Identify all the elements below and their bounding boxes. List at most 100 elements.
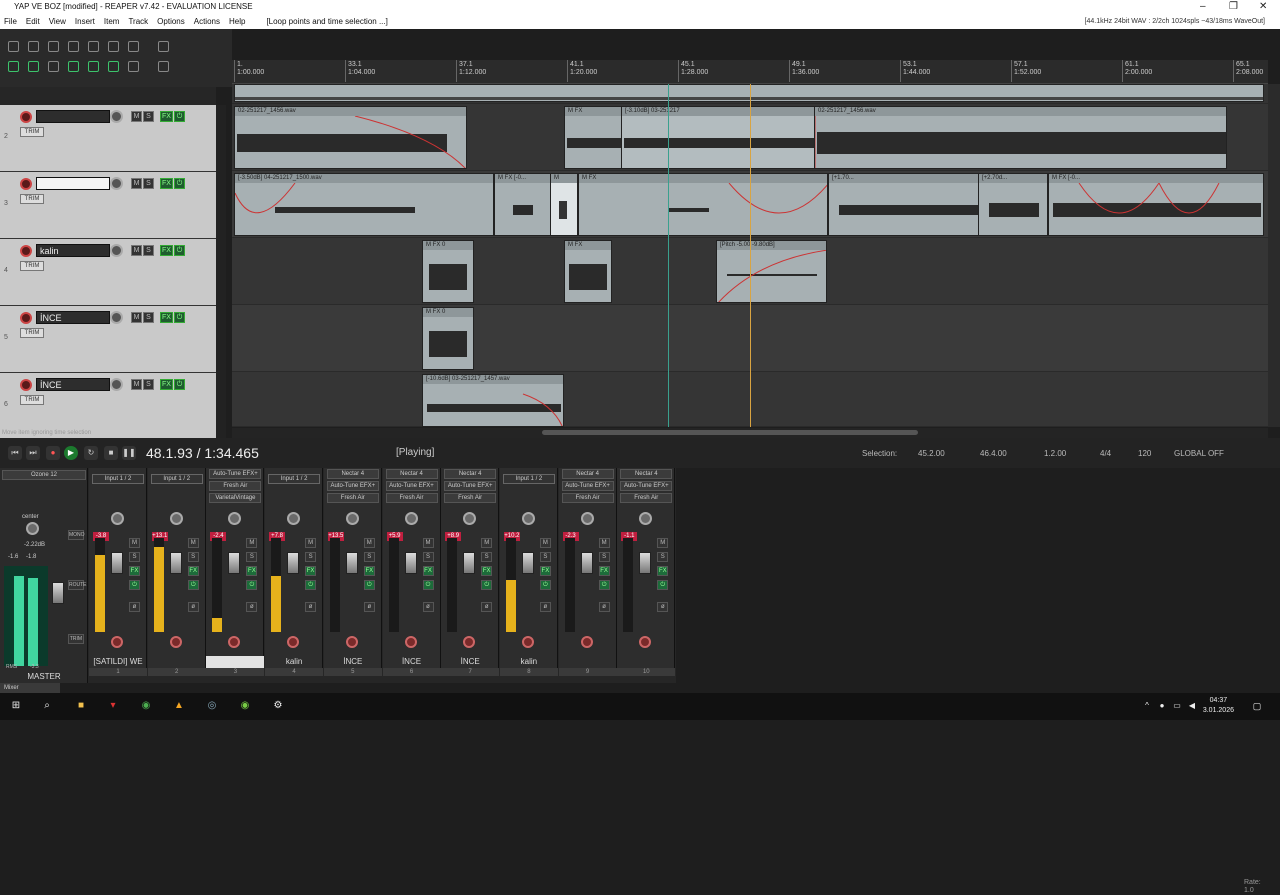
tray-chevron-icon[interactable]: ^ [1140,699,1154,713]
audio-item[interactable]: M FX [578,173,828,236]
fx-slot[interactable]: Fresh Air [209,481,262,491]
lock-icon[interactable] [128,61,139,72]
track-name[interactable]: İNCE [36,311,110,324]
volume-fader[interactable] [111,552,123,574]
fx-slot[interactable]: Auto-Tune EFX+ [385,481,438,491]
pan-knob[interactable] [345,512,359,525]
record-arm-button[interactable] [345,636,358,648]
fx-button[interactable]: FX [657,566,669,576]
automation-mode-button[interactable]: TRIM [20,261,44,271]
track-name[interactable] [36,110,110,123]
pan-knob[interactable] [228,512,242,525]
selection-start[interactable]: 45.2.00 [918,449,945,458]
input-select[interactable]: Input 1 / 2 [92,474,144,484]
audio-item[interactable]: M FX 0 [422,307,474,370]
audio-item[interactable]: [-10.6dB] 03-251217_1457.wav [422,374,564,427]
strip-name[interactable]: İNCE [383,656,441,668]
arrange-view[interactable]: 02-251217_1456.wav M FX [-3.10dB] 03-251… [232,84,1268,427]
scrollbar-thumb[interactable] [542,430,918,435]
solo-button[interactable]: S [143,111,154,122]
record-arm-button[interactable] [463,636,476,648]
record-arm-button[interactable] [580,636,593,648]
fx-button[interactable]: FX [160,245,173,256]
new-project-icon[interactable] [8,41,19,52]
fx-bypass-button[interactable]: ⏻ [174,312,185,323]
pan-knob[interactable] [521,512,535,525]
fx-slot[interactable]: Fresh Air [620,493,673,503]
strip-name[interactable] [559,656,617,668]
search-icon[interactable]: ⌕ [40,699,54,713]
volume-knob[interactable] [110,378,123,391]
menu-edit[interactable]: Edit [26,14,40,29]
system-clock[interactable]: 04:37 3.01.2026 [1203,696,1234,716]
menu-view[interactable]: View [49,14,66,29]
windows-start-icon[interactable]: ⊞ [9,699,23,713]
audio-item[interactable]: M FX [-0... [1048,173,1264,236]
snap-icon[interactable] [8,61,19,72]
play-button[interactable]: ▶ [64,446,78,460]
mute-button[interactable]: M [305,538,317,548]
track-panel[interactable]: İNCE M S FX ⏻ TRIM 5 [0,306,226,373]
fx-slot[interactable]: Auto-Tune EFX+ [561,481,614,491]
track-panel[interactable]: M S FX ⏻ TRIM 2 [0,105,226,172]
solo-button[interactable]: S [187,552,199,562]
volume-fader[interactable] [169,552,182,574]
automation-mode-button[interactable]: TRIM [20,328,44,338]
fx-slot[interactable]: Auto-Tune EFX+ [209,469,262,479]
fx-button[interactable]: FX [422,566,434,576]
audio-item[interactable]: 02-251217_1456.wav [234,106,467,169]
timeline-ruler[interactable]: 1. 1:00.000 33.1 1:04.000 37.1 1:12.000 41.1 1:… [232,60,1268,84]
fx-button[interactable]: FX [160,178,173,189]
fx-bypass-button[interactable]: ⏻ [129,580,140,590]
input-select[interactable]: Input 1 / 2 [150,474,203,484]
track-name[interactable]: İNCE [36,378,110,391]
fx-slot[interactable]: Auto-Tune EFX+ [326,481,379,491]
solo-button[interactable]: S [305,552,317,562]
menu-item[interactable]: Item [104,14,120,29]
file-explorer-icon[interactable]: ■ [74,699,88,713]
cursor-tool-icon[interactable] [158,61,169,72]
volume-knob[interactable] [110,177,123,190]
solo-button[interactable]: S [143,178,154,189]
bpm[interactable]: 120 [1138,449,1151,458]
solo-button[interactable]: S [481,552,493,562]
metronome-icon[interactable] [128,41,139,52]
fx-button[interactable]: FX [363,566,375,576]
audio-item[interactable]: [-3.10dB] 03-251217 [621,106,821,169]
fx-button[interactable]: FX [129,566,140,576]
solo-button[interactable]: S [246,552,258,562]
fx-bypass-button[interactable]: ⏻ [481,580,493,590]
pan-knob[interactable] [463,512,477,525]
mute-button[interactable]: M [539,538,551,548]
phase-button[interactable]: ø [187,602,199,612]
pan-knob[interactable] [404,512,418,525]
automation-mode-button[interactable]: TRIM [20,127,44,137]
fx-slot[interactable]: Nectar 4 [326,469,379,479]
strip-name[interactable] [148,656,206,668]
loop-icon[interactable] [108,61,119,72]
track-panel[interactable]: M S FX ⏻ TRIM 3 [0,172,226,239]
fx-bypass-button[interactable]: ⏻ [657,580,669,590]
minimize-icon[interactable]: – [1200,0,1206,14]
solo-button[interactable]: S [422,552,434,562]
solo-button[interactable]: S [598,552,610,562]
mixer-tab[interactable]: Mixer [0,683,60,693]
mute-button[interactable]: M [131,312,142,323]
strip-name[interactable] [206,656,265,668]
solo-button[interactable]: S [143,312,154,323]
audio-item[interactable]: 02-251217_1456.wav [814,106,1227,169]
volume-fader[interactable] [639,552,652,574]
phase-button[interactable]: ø [422,602,434,612]
solo-button[interactable]: S [657,552,669,562]
track-name[interactable] [36,177,110,190]
fx-bypass-button[interactable]: ⏻ [174,245,185,256]
solo-button[interactable]: S [539,552,551,562]
phase-button[interactable]: ø [657,602,669,612]
stop-button[interactable]: ■ [104,446,118,460]
project-settings-icon[interactable] [68,41,79,52]
audio-item-selected[interactable]: M [550,173,578,236]
vertical-scrollbar[interactable] [1268,84,1280,427]
fx-slot[interactable]: Fresh Air [385,493,438,503]
volume-knob[interactable] [110,311,123,324]
mute-button[interactable]: M [657,538,669,548]
